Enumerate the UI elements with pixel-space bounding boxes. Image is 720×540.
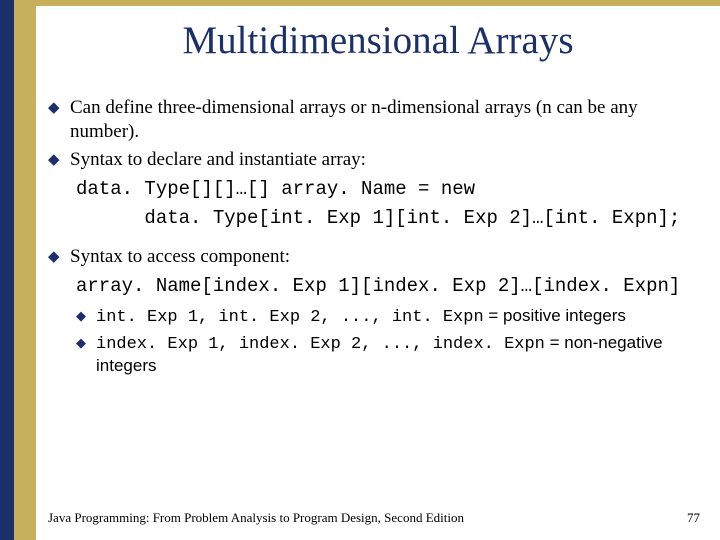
slide: Multidimensional Arrays ◆ Can define thr… bbox=[0, 0, 720, 540]
code-access: array. Name[index. Exp 1][index. Exp 2]…… bbox=[76, 275, 700, 299]
bullet-mark-icon: ◆ bbox=[76, 305, 96, 328]
footer-left: Java Programming: From Problem Analysis … bbox=[48, 510, 464, 526]
code-declare-line2: data. Type[int. Exp 1][int. Exp 2]…[int.… bbox=[76, 207, 700, 231]
bullet-3: ◆ Syntax to access component: bbox=[48, 245, 700, 269]
sub-bullet-1-text: int. Exp 1, int. Exp 2, ..., int. Expn =… bbox=[96, 305, 700, 328]
sub-bullet-1-code: int. Exp 1, int. Exp 2, ..., int. Expn bbox=[96, 308, 484, 327]
bullet-mark-icon: ◆ bbox=[48, 148, 70, 172]
sub-bullets: ◆ int. Exp 1, int. Exp 2, ..., int. Expn… bbox=[76, 305, 700, 377]
slide-title: Multidimensional Arrays bbox=[36, 18, 720, 63]
page-number: 77 bbox=[687, 510, 700, 526]
sub-bullet-1-tail: = positive integers bbox=[484, 306, 626, 325]
sub-bullet-1: ◆ int. Exp 1, int. Exp 2, ..., int. Expn… bbox=[76, 305, 700, 328]
sub-bullet-2-text: index. Exp 1, index. Exp 2, ..., index. … bbox=[96, 332, 700, 377]
footer: Java Programming: From Problem Analysis … bbox=[48, 510, 700, 526]
bullet-3-text: Syntax to access component: bbox=[70, 245, 700, 269]
bullet-mark-icon: ◆ bbox=[76, 332, 96, 377]
sub-bullet-2: ◆ index. Exp 1, index. Exp 2, ..., index… bbox=[76, 332, 700, 377]
bullet-mark-icon: ◆ bbox=[48, 96, 70, 144]
bullet-2-text: Syntax to declare and instantiate array: bbox=[70, 148, 700, 172]
stripe-blue bbox=[0, 0, 14, 540]
slide-body: ◆ Can define three-dimensional arrays or… bbox=[48, 96, 700, 381]
bullet-2: ◆ Syntax to declare and instantiate arra… bbox=[48, 148, 700, 172]
sub-bullet-2-code: index. Exp 1, index. Exp 2, ..., index. … bbox=[96, 335, 545, 354]
stripe-gold-horizontal bbox=[36, 0, 720, 6]
bullet-1: ◆ Can define three-dimensional arrays or… bbox=[48, 96, 700, 144]
bullet-1-text: Can define three-dimensional arrays or n… bbox=[70, 96, 700, 144]
code-declare-line1: data. Type[][]…[] array. Name = new bbox=[76, 178, 700, 202]
stripe-gold-vertical bbox=[14, 0, 36, 540]
bullet-mark-icon: ◆ bbox=[48, 245, 70, 269]
